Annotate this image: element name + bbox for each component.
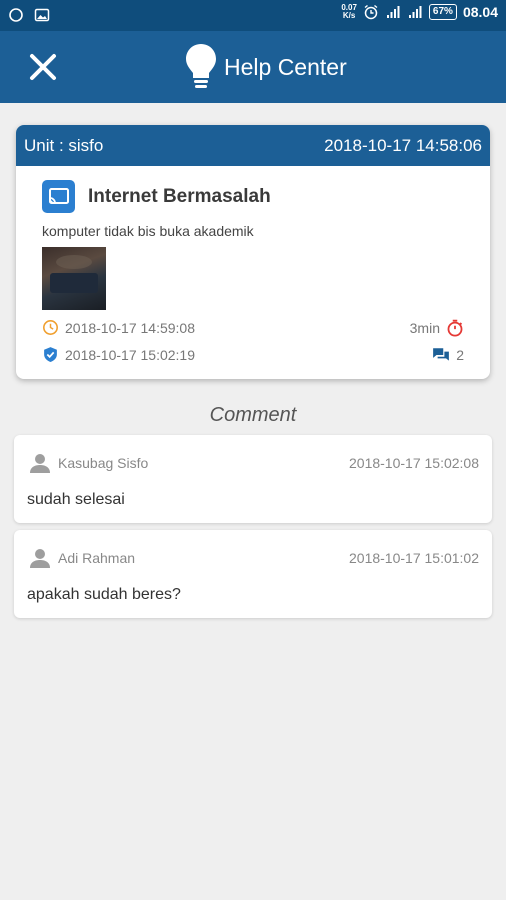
signal-icon [386,6,400,18]
response-time-row: 3min [410,319,464,337]
alarm-icon [364,4,378,20]
lightbulb-icon [186,44,216,88]
page-title: Help Center [224,53,347,80]
network-speed: 0.07 K/s [341,3,357,20]
comment-card[interactable]: Adi Rahman 2018-10-17 15:01:02 apakah su… [14,530,492,618]
comment-user: Kasubag Sisfo [28,451,148,475]
ticket-created-time: 2018-10-17 14:58:06 [324,135,482,155]
close-icon[interactable] [25,49,61,85]
timer-icon [447,319,463,337]
comment-count-row: 2 [432,346,464,364]
ticket-header: Unit : sisfo 2018-10-17 14:58:06 [16,125,490,166]
comment-card[interactable]: Kasubag Sisfo 2018-10-17 15:02:08 sudah … [14,435,492,523]
comment-heading: Comment [209,404,297,426]
gallery-icon [34,8,50,22]
ticket-title: Internet Bermasalah [88,185,271,207]
comment-text: sudah selesai [27,491,125,508]
app-title-group: Help Center [184,41,347,93]
signal-4g-icon [408,6,422,18]
comments-icon [433,348,450,361]
responded-time-row: 2018-10-17 14:59:08 [42,319,195,336]
comment-time: 2018-10-17 15:02:08 [349,455,479,471]
status-time: 08.04 [462,4,498,20]
resolved-time-row: 2018-10-17 15:02:19 [42,346,195,363]
ticket-title-row: Internet Bermasalah [42,180,271,213]
person-icon [30,454,50,473]
comment-text: apakah sudah beres? [27,586,181,603]
ticket-description: komputer tidak bis buka akademik [42,223,254,239]
verified-icon [44,347,57,362]
status-bar: 0.07 K/s 67% 08.04 [0,0,506,31]
person-icon [30,549,50,568]
cast-icon [42,180,75,213]
comment-time: 2018-10-17 15:01:02 [349,550,479,566]
battery-indicator: 67% [428,4,457,20]
comment-user: Adi Rahman [28,546,135,570]
ticket-photo[interactable] [42,247,106,310]
app-bar: Help Center [0,31,506,103]
sync-icon [9,8,23,22]
ticket-unit: Unit : sisfo [24,135,104,155]
clock-icon [43,320,58,335]
ticket-card[interactable]: Unit : sisfo 2018-10-17 14:58:06 Interne… [16,125,490,379]
